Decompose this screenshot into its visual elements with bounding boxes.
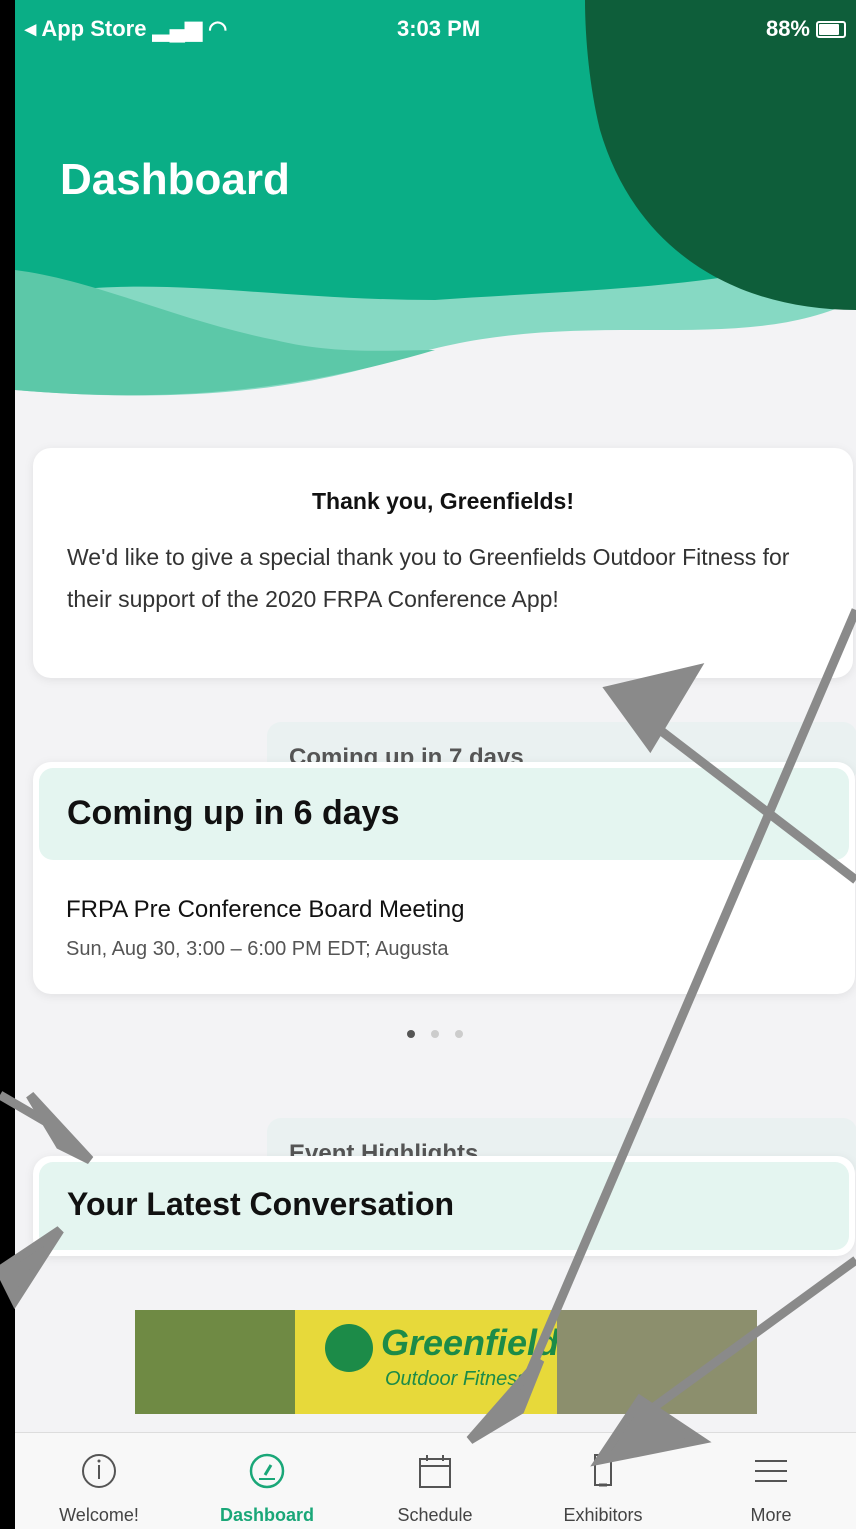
page-dot[interactable] bbox=[407, 1030, 415, 1038]
event-title[interactable]: FRPA Pre Conference Board Meeting bbox=[66, 896, 464, 924]
greenfields-logo bbox=[325, 1324, 373, 1372]
menu-icon bbox=[755, 1460, 787, 1482]
tab-dashboard[interactable]: Dashboard bbox=[183, 1433, 351, 1529]
banner-subtitle: Outdoor Fitness bbox=[385, 1368, 528, 1390]
banner-photo-right bbox=[557, 1310, 757, 1414]
info-icon bbox=[82, 1454, 116, 1488]
sponsor-banner[interactable]: Greenfields Outdoor Fitness bbox=[135, 1310, 757, 1414]
upcoming-heading: Coming up in 6 days bbox=[67, 794, 400, 832]
tab-schedule[interactable]: Schedule bbox=[351, 1433, 519, 1529]
sponsor-thanks-card[interactable]: Thank you, Greenfields! We'd like to giv… bbox=[33, 448, 853, 678]
battery-indicator: 88% bbox=[766, 16, 846, 42]
card-body: We'd like to give a special thank you to… bbox=[67, 544, 790, 612]
calendar-icon bbox=[419, 1455, 451, 1488]
page-title: Dashboard bbox=[60, 155, 290, 204]
header-background bbox=[15, 0, 856, 420]
conversation-heading: Your Latest Conversation bbox=[67, 1186, 455, 1222]
tab-label: Welcome! bbox=[59, 1505, 139, 1525]
tab-exhibitors[interactable]: Exhibitors bbox=[519, 1433, 687, 1529]
banner-photo-left bbox=[135, 1310, 295, 1414]
tab-bar: Welcome! Dashboard Schedule Exhibitors M… bbox=[15, 1432, 856, 1529]
latest-conversation-card[interactable]: Your Latest Conversation bbox=[33, 1156, 855, 1256]
status-bar: ◂ App Store ▂▄▆ ◠ 3:03 PM 88% bbox=[15, 0, 856, 60]
tab-label: Exhibitors bbox=[563, 1505, 643, 1525]
booth-icon bbox=[594, 1454, 612, 1487]
page-indicator[interactable] bbox=[407, 1030, 463, 1038]
back-to-app-store[interactable]: ◂ App Store ▂▄▆ ◠ bbox=[25, 16, 227, 42]
dashboard-icon bbox=[249, 1453, 285, 1489]
page-dot[interactable] bbox=[431, 1030, 439, 1038]
tab-label: Schedule bbox=[397, 1505, 473, 1525]
page-dot[interactable] bbox=[455, 1030, 463, 1038]
tab-label: Dashboard bbox=[219, 1505, 315, 1525]
clock: 3:03 PM bbox=[397, 16, 481, 41]
event-detail: Sun, Aug 30, 3:00 – 6:00 PM EDT; Augusta bbox=[66, 938, 449, 960]
tab-more[interactable]: More bbox=[687, 1433, 855, 1529]
upcoming-event-card[interactable]: Coming up in 6 days FRPA Pre Conference … bbox=[33, 762, 855, 994]
tab-welcome[interactable]: Welcome! bbox=[15, 1433, 183, 1529]
battery-icon bbox=[816, 20, 846, 38]
card-title: Thank you, Greenfields! bbox=[312, 488, 574, 514]
tab-label: More bbox=[750, 1505, 792, 1525]
upcoming-header: Coming up in 6 days bbox=[39, 768, 849, 860]
app-screen: ◂ App Store ▂▄▆ ◠ 3:03 PM 88% Dashboard … bbox=[15, 0, 856, 1529]
conversation-header: Your Latest Conversation bbox=[39, 1162, 849, 1250]
banner-brand: Greenfields bbox=[381, 1322, 580, 1363]
